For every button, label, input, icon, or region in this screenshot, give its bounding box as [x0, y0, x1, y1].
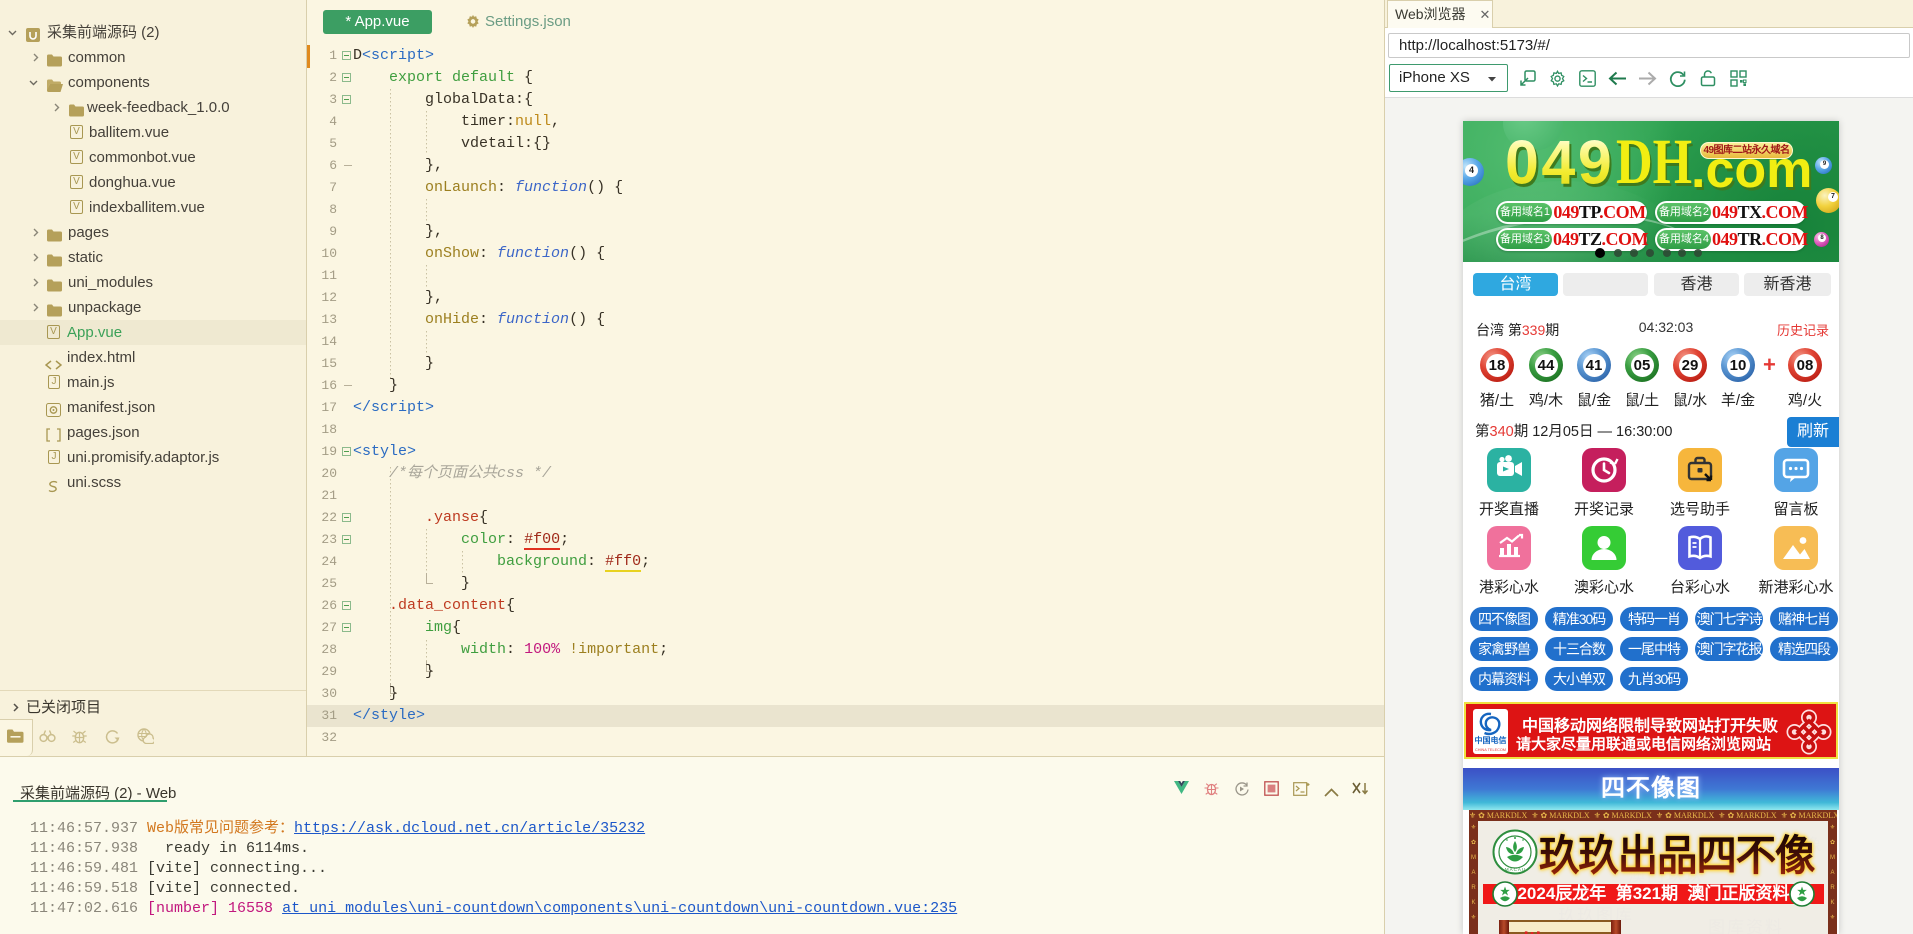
svg-text:CHINA TELECOM: CHINA TELECOM: [1475, 748, 1506, 752]
svg-text:M A C A U: M A C A U: [1505, 867, 1525, 872]
svg-text:中国电信: 中国电信: [1475, 735, 1507, 745]
